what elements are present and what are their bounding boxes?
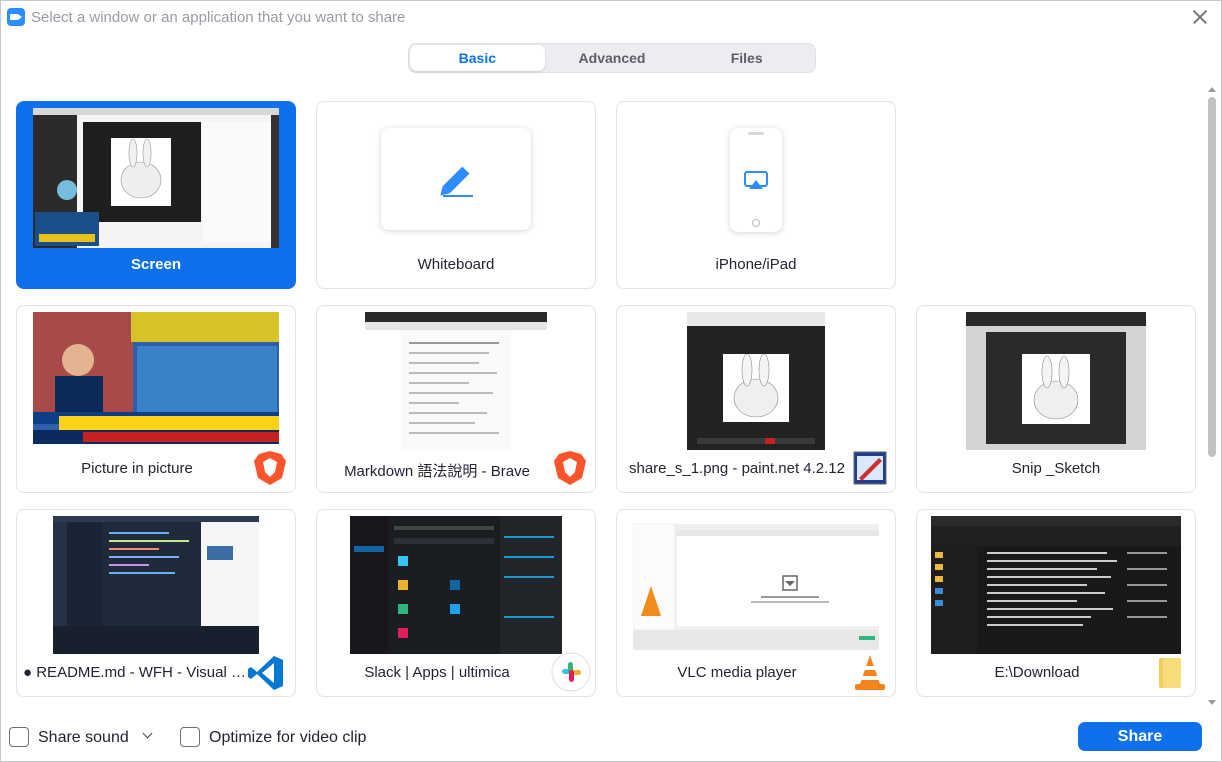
share-card-label: Screen xyxy=(130,256,182,273)
share-screen-dialog: Select a window or an application that y… xyxy=(0,0,1222,762)
folder-icon xyxy=(1153,654,1187,690)
chevron-down-icon[interactable] xyxy=(142,730,154,742)
share-card-whiteboard[interactable]: Whiteboard xyxy=(316,101,596,289)
close-icon[interactable] xyxy=(1189,6,1211,28)
window-thumbnail xyxy=(53,516,259,654)
window-thumbnail xyxy=(687,312,825,450)
scroll-up-arrow-icon[interactable] xyxy=(1208,87,1216,92)
share-card-snip-sketch[interactable]: Snip _Sketch xyxy=(916,305,1196,493)
optimize-video-label: Optimize for video clip xyxy=(209,729,367,746)
share-targets-grid: Screen Whiteboard iPhone/iPad Picture in… xyxy=(16,101,1196,706)
whiteboard-thumbnail xyxy=(381,128,531,230)
share-card-vscode[interactable]: ● README.md - WFH - Visual Stu... xyxy=(16,509,296,697)
window-thumbnail xyxy=(931,516,1181,654)
brave-lion-icon xyxy=(553,450,587,486)
window-title: Select a window or an application that y… xyxy=(31,9,406,26)
screen-thumbnail xyxy=(33,108,279,248)
zoom-camera-icon xyxy=(7,8,25,26)
tab-files[interactable]: Files xyxy=(679,45,814,71)
share-card-vlc[interactable]: VLC media player xyxy=(616,509,896,697)
share-button[interactable]: Share xyxy=(1078,722,1202,751)
window-thumbnail xyxy=(350,516,562,654)
share-card-screen[interactable]: Screen xyxy=(16,101,296,289)
share-card-e-download[interactable]: E:\Download xyxy=(916,509,1196,697)
share-sound-checkbox[interactable] xyxy=(9,727,29,747)
scroll-down-arrow-icon[interactable] xyxy=(1208,700,1216,705)
scroll-thumb[interactable] xyxy=(1208,97,1216,457)
tab-advanced[interactable]: Advanced xyxy=(545,45,680,71)
window-thumbnail xyxy=(33,312,279,444)
share-card-label: Whiteboard xyxy=(417,256,495,273)
window-thumbnail xyxy=(966,312,1146,450)
share-card-label: iPhone/iPad xyxy=(715,256,797,273)
share-card-label: Snip _Sketch xyxy=(1011,460,1101,477)
brave-lion-icon xyxy=(253,450,287,486)
window-thumbnail xyxy=(633,516,879,650)
pencil-icon xyxy=(440,166,473,197)
share-sound-label: Share sound xyxy=(38,729,129,746)
vscode-icon xyxy=(248,654,287,690)
tab-basic[interactable]: Basic xyxy=(410,45,545,71)
title-bar: Select a window or an application that y… xyxy=(1,1,1221,35)
scrollbar[interactable] xyxy=(1205,85,1219,707)
slack-icon xyxy=(551,652,591,692)
paint-net-icon xyxy=(853,450,887,486)
share-card-paint-net[interactable]: share_s_1.png - paint.net 4.2.12 xyxy=(616,305,896,493)
dialog-footer: Share sound Optimize for video clip Shar… xyxy=(1,713,1221,762)
share-card-picture-in-picture[interactable]: Picture in picture xyxy=(16,305,296,493)
optimize-video-checkbox[interactable] xyxy=(180,727,200,747)
share-card-markdown-brave[interactable]: Markdown 語法說明 - Brave xyxy=(316,305,596,493)
airplay-icon xyxy=(744,171,768,189)
window-thumbnail xyxy=(365,312,547,450)
device-thumbnail xyxy=(730,128,782,232)
vlc-cone-icon xyxy=(853,654,887,690)
share-card-slack[interactable]: Slack | Apps | ultimica xyxy=(316,509,596,697)
share-type-tabs: Basic Advanced Files xyxy=(408,43,816,73)
share-card-iphone-ipad[interactable]: iPhone/iPad xyxy=(616,101,896,289)
